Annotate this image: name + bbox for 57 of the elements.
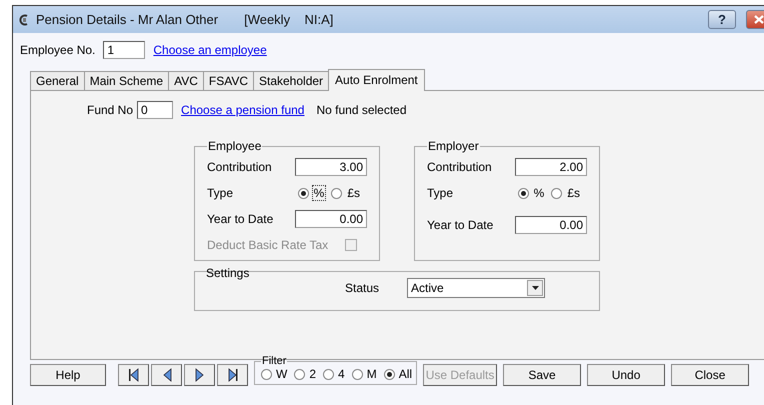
left-triangle-icon	[160, 368, 172, 382]
radio-option[interactable]: All	[384, 367, 412, 381]
help-button[interactable]: ?	[708, 10, 736, 29]
radio-option[interactable]: 4	[323, 367, 345, 381]
navigation-button[interactable]	[217, 364, 248, 386]
app-icon	[19, 14, 30, 26]
radio-option[interactable]: M	[352, 367, 377, 381]
radio-option[interactable]: £s	[551, 186, 581, 200]
fund-number-field[interactable]: 0	[137, 101, 174, 119]
group-title: Settings	[205, 266, 250, 280]
right-triangle-icon	[194, 368, 206, 382]
field-label: Contribution	[427, 160, 492, 174]
action-button[interactable]: Save	[503, 364, 582, 386]
radio-option[interactable]: £s	[331, 186, 361, 200]
help-button[interactable]: Help	[30, 364, 106, 386]
field-label: Year to Date	[207, 212, 274, 226]
group-title: Employer	[427, 139, 480, 153]
field-label: Year to Date	[427, 218, 494, 232]
tab[interactable]: Auto Enrolment	[328, 69, 425, 91]
navigation-button[interactable]	[151, 364, 182, 386]
year-to-date-field[interactable]: 0.00	[515, 216, 587, 234]
field-label: Employee No.	[20, 43, 96, 57]
dropdown-arrow-icon	[532, 286, 539, 290]
navigation-button[interactable]	[118, 364, 149, 386]
tab[interactable]: FSAVC	[202, 71, 254, 91]
checkbox-label: Deduct Basic Rate Tax	[207, 238, 328, 252]
navigation-button[interactable]	[184, 364, 215, 386]
left-triangle-bar-icon	[128, 368, 140, 382]
window-subtitle: [Weekly NI:A]	[244, 12, 334, 27]
contribution-field[interactable]: 3.00	[295, 158, 367, 176]
action-button[interactable]: Close	[671, 364, 750, 386]
status-dropdown[interactable]: Active	[407, 278, 546, 298]
field-label: Type	[207, 186, 234, 200]
radio-option[interactable]: %	[298, 186, 326, 200]
employee-number-field[interactable]: 1	[103, 41, 146, 59]
field-label: Status	[345, 281, 380, 295]
field-label: Contribution	[207, 160, 272, 174]
tab[interactable]: AVC	[168, 71, 204, 91]
year-to-date-field[interactable]: 0.00	[295, 210, 367, 228]
radio-option[interactable]: %	[518, 186, 546, 200]
close-icon	[754, 15, 764, 24]
choose-fund-link[interactable]: Choose a pension fund	[181, 103, 304, 117]
field-label: Fund No	[87, 103, 134, 117]
radio-option[interactable]: 2	[294, 367, 316, 381]
right-triangle-bar-icon	[226, 368, 238, 382]
tab[interactable]: Main Scheme	[84, 71, 170, 91]
field-label: Type	[427, 186, 454, 200]
group-title: Employee	[207, 139, 262, 153]
contribution-field[interactable]: 2.00	[515, 158, 587, 176]
choose-employee-link[interactable]: Choose an employee	[153, 43, 267, 57]
action-button[interactable]: Undo	[587, 364, 666, 386]
radio-option[interactable]: W	[261, 367, 288, 381]
window-title: Pension Details - Mr Alan Other	[36, 12, 218, 27]
tab[interactable]: General	[30, 71, 85, 91]
fund-status-text: No fund selected	[316, 103, 407, 117]
tab[interactable]: Stakeholder	[253, 71, 330, 91]
group-title: Filter	[261, 355, 288, 367]
